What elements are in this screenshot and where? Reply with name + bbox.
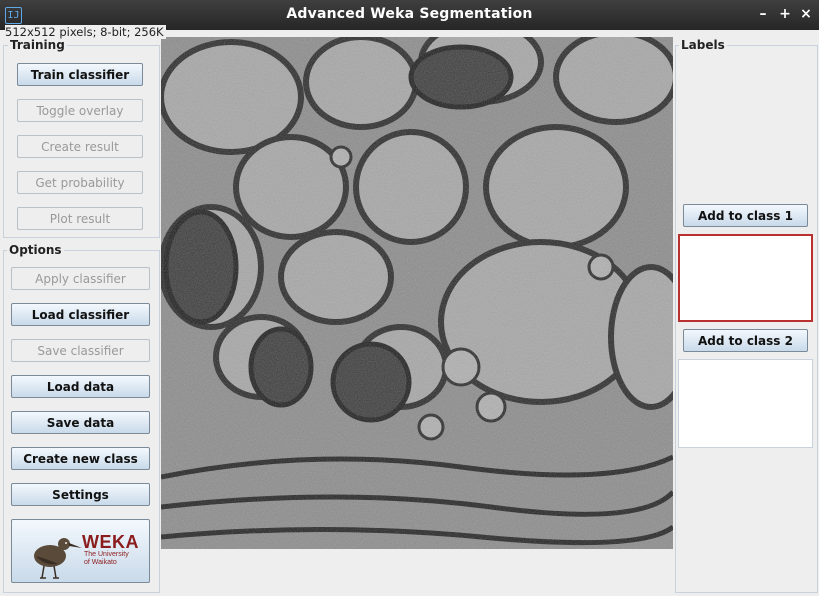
options-panel-title: Options bbox=[7, 243, 64, 257]
toggle-overlay-button[interactable]: Toggle overlay bbox=[17, 99, 143, 122]
training-panel-title: Training bbox=[8, 38, 67, 52]
weka-bird-icon bbox=[34, 538, 82, 579]
maximize-button[interactable]: + bbox=[776, 5, 794, 23]
close-button[interactable]: × bbox=[797, 5, 815, 23]
save-classifier-button[interactable]: Save classifier bbox=[11, 339, 150, 362]
labels-panel-title: Labels bbox=[679, 38, 727, 52]
weka-logo-text: WEKA bbox=[82, 532, 139, 552]
create-result-button[interactable]: Create result bbox=[17, 135, 143, 158]
plot-result-button[interactable]: Plot result bbox=[17, 207, 143, 230]
load-data-button[interactable]: Load data bbox=[11, 375, 150, 398]
weka-logo-button[interactable]: WEKA The University of Waikato bbox=[11, 519, 150, 583]
get-probability-button[interactable]: Get probability bbox=[17, 171, 143, 194]
em-image bbox=[161, 37, 673, 549]
load-classifier-button[interactable]: Load classifier bbox=[11, 303, 150, 326]
weka-logo-subtitle: The University of Waikato bbox=[84, 551, 129, 566]
apply-classifier-button[interactable]: Apply classifier bbox=[11, 267, 150, 290]
class-2-trace-list[interactable] bbox=[678, 359, 813, 448]
create-new-class-button[interactable]: Create new class bbox=[11, 447, 150, 470]
minimize-button[interactable]: – bbox=[754, 5, 772, 23]
image-info-text: 512x512 pixels; 8-bit; 256K bbox=[5, 25, 166, 39]
save-data-button[interactable]: Save data bbox=[11, 411, 150, 434]
window-title: Advanced Weka Segmentation bbox=[286, 6, 533, 22]
train-classifier-button[interactable]: Train classifier bbox=[17, 63, 143, 86]
settings-button[interactable]: Settings bbox=[11, 483, 150, 506]
class-1-trace-list[interactable] bbox=[678, 234, 813, 322]
add-to-class-2-button[interactable]: Add to class 2 bbox=[683, 329, 808, 352]
image-canvas[interactable] bbox=[161, 37, 673, 549]
add-to-class-1-button[interactable]: Add to class 1 bbox=[683, 204, 808, 227]
